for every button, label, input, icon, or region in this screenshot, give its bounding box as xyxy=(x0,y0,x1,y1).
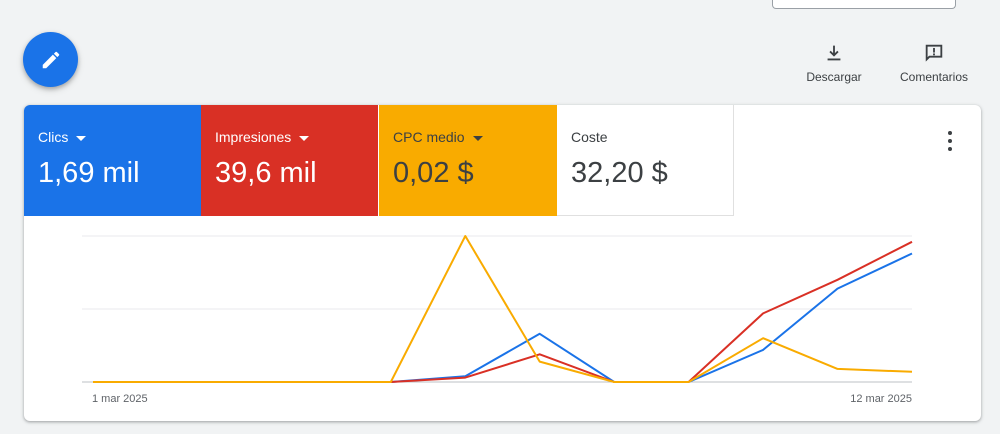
download-icon xyxy=(827,45,841,61)
metric-clicks-label: Clics xyxy=(38,129,69,145)
metric-avg-cpc-label: CPC medio xyxy=(393,129,465,145)
series-line-impresiones xyxy=(93,240,913,383)
metric-cost-value: 32,20 $ xyxy=(571,157,668,189)
caret-down-icon xyxy=(299,135,310,141)
metric-avg-cpc-value: 0,02 $ xyxy=(393,157,474,189)
metric-impressions-value: 39,6 mil xyxy=(215,157,317,189)
metric-clicks[interactable]: Clics 1,69 mil xyxy=(24,105,201,216)
feedback-label: Comentarios xyxy=(899,70,969,84)
more-options-button[interactable] xyxy=(942,131,958,151)
more-vert-icon-dot xyxy=(948,147,952,151)
series-line-clics xyxy=(93,252,913,383)
metric-avg-cpc[interactable]: CPC medio 0,02 $ xyxy=(379,105,557,216)
more-vert-icon-dot xyxy=(948,139,952,143)
download-label: Descargar xyxy=(806,70,862,84)
metric-impressions[interactable]: Impresiones 39,6 mil xyxy=(201,105,378,216)
x-axis-end-label: 12 mar 2025 xyxy=(850,393,912,405)
metric-clicks-value: 1,69 mil xyxy=(38,157,140,189)
metric-cost-label: Coste xyxy=(571,129,608,145)
feedback-icon xyxy=(925,44,943,62)
caret-down-icon xyxy=(76,135,87,141)
caret-down-icon xyxy=(472,135,483,141)
edit-fab-button[interactable] xyxy=(23,32,78,87)
pencil-icon xyxy=(42,51,59,68)
metric-impressions-label: Impresiones xyxy=(215,129,292,145)
more-vert-icon-dot xyxy=(948,131,952,135)
performance-chart: 1 mar 2025 12 mar 2025 xyxy=(82,235,913,405)
performance-card: Clics 1,69 mil Impresiones 39,6 mil CPC … xyxy=(24,105,981,421)
feedback-button[interactable]: Comentarios xyxy=(898,42,970,84)
metric-cost[interactable]: Coste 32,20 $ xyxy=(557,105,734,216)
x-axis-start-label: 1 mar 2025 xyxy=(92,393,148,405)
report-page: Descargar Comentarios Clics 1,69 mil Imp… xyxy=(0,0,1000,434)
top-dropdown-edge[interactable] xyxy=(772,0,956,9)
download-button[interactable]: Descargar xyxy=(805,42,863,84)
chart-grid xyxy=(82,235,912,383)
